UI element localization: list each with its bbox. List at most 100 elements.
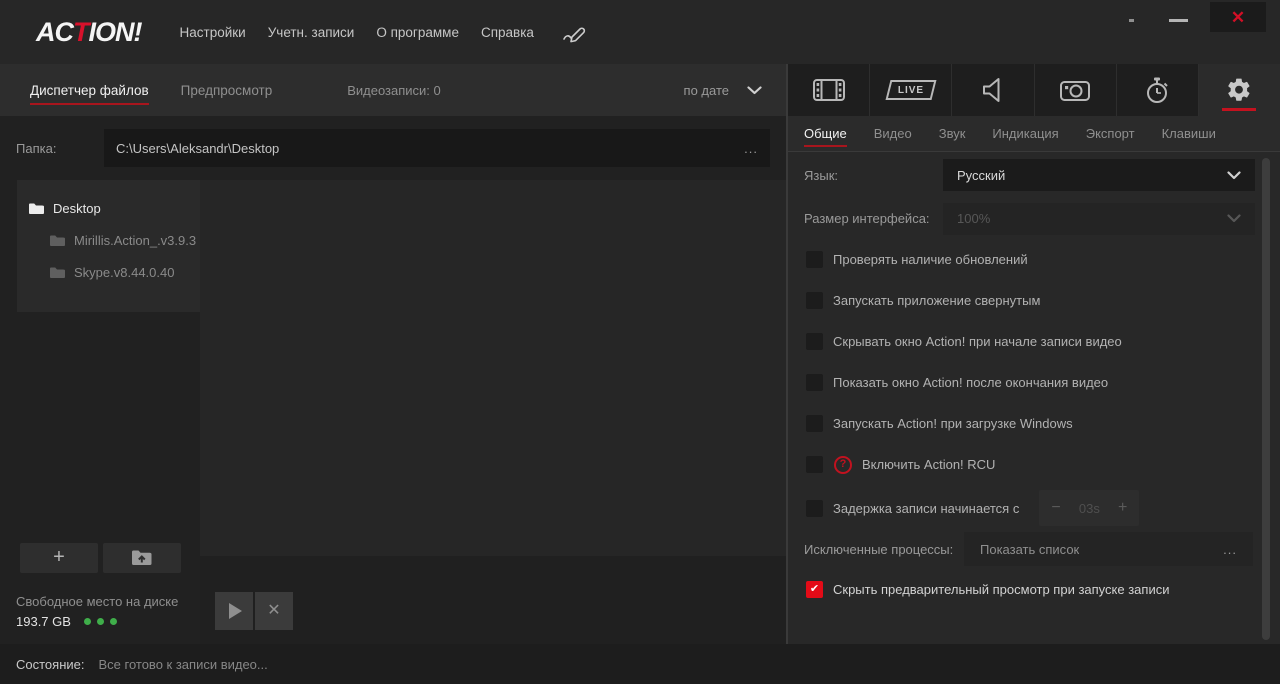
add-folder-button[interactable]: +: [20, 543, 98, 573]
menu-accounts[interactable]: Учетн. записи: [268, 25, 355, 40]
minimize-to-tray-button[interactable]: [1129, 19, 1134, 22]
folder-icon: [28, 202, 44, 215]
browse-folder-button[interactable]: ...: [744, 141, 758, 156]
close-icon: ✕: [1231, 9, 1245, 26]
checkbox-check-updates[interactable]: [806, 251, 823, 268]
close-button[interactable]: ✕: [1210, 2, 1266, 32]
excluded-processes-more-button[interactable]: ...: [1223, 542, 1237, 557]
delete-recording-button[interactable]: ✕: [255, 592, 293, 630]
recordings-counter: Видеозаписи: 0: [347, 83, 441, 98]
excluded-processes-label: Исключенные процессы:: [804, 542, 964, 557]
folder-tree: Desktop Mirillis.Action_.v3.9.3 Skype.v8…: [17, 180, 200, 312]
hide-on-record-row: Скрывать окно Action! при начале записи …: [788, 321, 1280, 362]
action-app-window: ACTION! Настройки Учетн. записи О програ…: [0, 0, 1280, 684]
mode-bar: LIVE: [788, 64, 1280, 116]
camera-icon: [1060, 78, 1090, 102]
stepper-minus-button[interactable]: −: [1051, 500, 1060, 516]
tab-export[interactable]: Экспорт: [1086, 126, 1135, 141]
folder-path-field: ...: [104, 129, 770, 167]
tab-hud[interactable]: Индикация: [992, 126, 1058, 141]
checkbox-record-delay[interactable]: [806, 500, 823, 517]
file-manager-tab-bar: Диспетчер файлов Предпросмотр Видеозапис…: [0, 64, 786, 116]
tree-item-label: Desktop: [53, 201, 101, 216]
menu-about[interactable]: О программе: [376, 25, 459, 40]
minimize-button[interactable]: [1169, 19, 1188, 22]
free-space-value: 193.7 GB: [16, 614, 71, 629]
folder-row: Папка: ...: [0, 116, 786, 180]
file-manager-body: Desktop Mirillis.Action_.v3.9.3 Skype.v8…: [0, 180, 786, 644]
chevron-down-icon: [747, 86, 762, 95]
folder-icon: [49, 234, 65, 247]
mode-audio-recording-button[interactable]: [952, 64, 1034, 116]
language-select[interactable]: Русский: [943, 159, 1255, 191]
ui-size-row: Размер интерфейса: 100%: [788, 198, 1280, 239]
menu-help[interactable]: Справка: [481, 25, 534, 40]
play-recording-button[interactable]: [215, 592, 253, 630]
open-folder-button[interactable]: [103, 543, 181, 573]
tab-hotkeys[interactable]: Клавиши: [1162, 126, 1216, 141]
mode-settings-button[interactable]: [1199, 64, 1280, 116]
stepper-plus-button[interactable]: +: [1118, 500, 1127, 516]
settings-scrollbar[interactable]: [1262, 158, 1270, 640]
rcu-help-icon[interactable]: ?: [834, 456, 852, 474]
checkbox-hide-preview[interactable]: ✔: [806, 581, 823, 598]
recordings-grid[interactable]: ✕: [200, 180, 786, 644]
checkbox-label: Задержка записи начинается с: [833, 501, 1019, 516]
tab-sound[interactable]: Звук: [939, 126, 966, 141]
sort-label: по дате: [684, 83, 729, 98]
free-space-label: Свободное место на диске: [16, 594, 178, 609]
checkbox-start-with-windows[interactable]: [806, 415, 823, 432]
checkbox-label: Запускать Action! при загрузке Windows: [833, 416, 1073, 431]
mode-benchmark-button[interactable]: [1117, 64, 1199, 116]
checkbox-hide-on-record[interactable]: [806, 333, 823, 350]
tree-item-label: Mirillis.Action_.v3.9.3: [74, 233, 196, 248]
delay-value: 03s: [1079, 501, 1100, 516]
status-label: Состояние:: [16, 657, 84, 672]
mode-screenshot-button[interactable]: [1035, 64, 1117, 116]
grid-toolbar: ✕: [200, 556, 786, 644]
excluded-processes-value: Показать список: [980, 542, 1079, 557]
mode-live-streaming-button[interactable]: LIVE: [870, 64, 952, 116]
general-settings: Язык: Русский Размер интерфейса: 100%: [788, 152, 1280, 644]
tree-item-mirillis[interactable]: Mirillis.Action_.v3.9.3: [17, 224, 200, 256]
delete-icon: ✕: [267, 603, 280, 619]
language-row: Язык: Русский: [788, 152, 1280, 198]
drawing-pen-icon[interactable]: [562, 21, 592, 43]
tab-video[interactable]: Видео: [874, 126, 912, 141]
sort-dropdown[interactable]: по дате: [684, 83, 762, 98]
active-mode-underline: [1222, 108, 1256, 111]
checkbox-start-minimized[interactable]: [806, 292, 823, 309]
checkbox-label: Проверять наличие обновлений: [833, 252, 1028, 267]
checkbox-label: Включить Action! RCU: [862, 457, 995, 472]
excluded-processes-field[interactable]: Показать список ...: [964, 532, 1253, 566]
checkbox-label: Показать окно Action! после окончания ви…: [833, 375, 1108, 390]
chevron-down-icon: [1227, 171, 1241, 180]
menu-settings[interactable]: Настройки: [180, 25, 246, 40]
checkbox-label: Скрывать окно Action! при начале записи …: [833, 334, 1122, 349]
mode-video-capture-button[interactable]: [788, 64, 870, 116]
disk-free-space: Свободное место на диске 193.7 GB: [16, 594, 178, 629]
folder-path-input[interactable]: [116, 141, 744, 156]
delay-stepper: − 03s +: [1039, 490, 1139, 526]
folder-icon: [49, 266, 65, 279]
checkbox-label: Запускать приложение свернутым: [833, 293, 1040, 308]
tab-preview[interactable]: Предпросмотр: [181, 83, 273, 98]
title-bar: ACTION! Настройки Учетн. записи О програ…: [0, 0, 1280, 64]
tab-file-manager[interactable]: Диспетчер файлов: [30, 83, 149, 105]
gear-icon: [1226, 77, 1252, 103]
play-icon: [229, 603, 242, 619]
speaker-icon: [981, 77, 1005, 103]
folder-label: Папка:: [16, 141, 104, 156]
checkbox-enable-rcu[interactable]: [806, 456, 823, 473]
tree-item-desktop[interactable]: Desktop: [17, 192, 200, 224]
disk-status-dots: [84, 618, 117, 625]
excluded-processes-row: Исключенные процессы: Показать список ..…: [788, 531, 1280, 567]
language-label: Язык:: [804, 168, 943, 183]
action-logo: ACTION!: [36, 17, 142, 48]
folder-open-icon: [131, 549, 153, 567]
tree-item-skype[interactable]: Skype.v8.44.0.40: [17, 256, 200, 288]
live-icon: LIVE: [885, 80, 936, 100]
tab-general[interactable]: Общие: [804, 126, 847, 147]
film-strip-icon: [813, 79, 845, 101]
checkbox-show-after-record[interactable]: [806, 374, 823, 391]
